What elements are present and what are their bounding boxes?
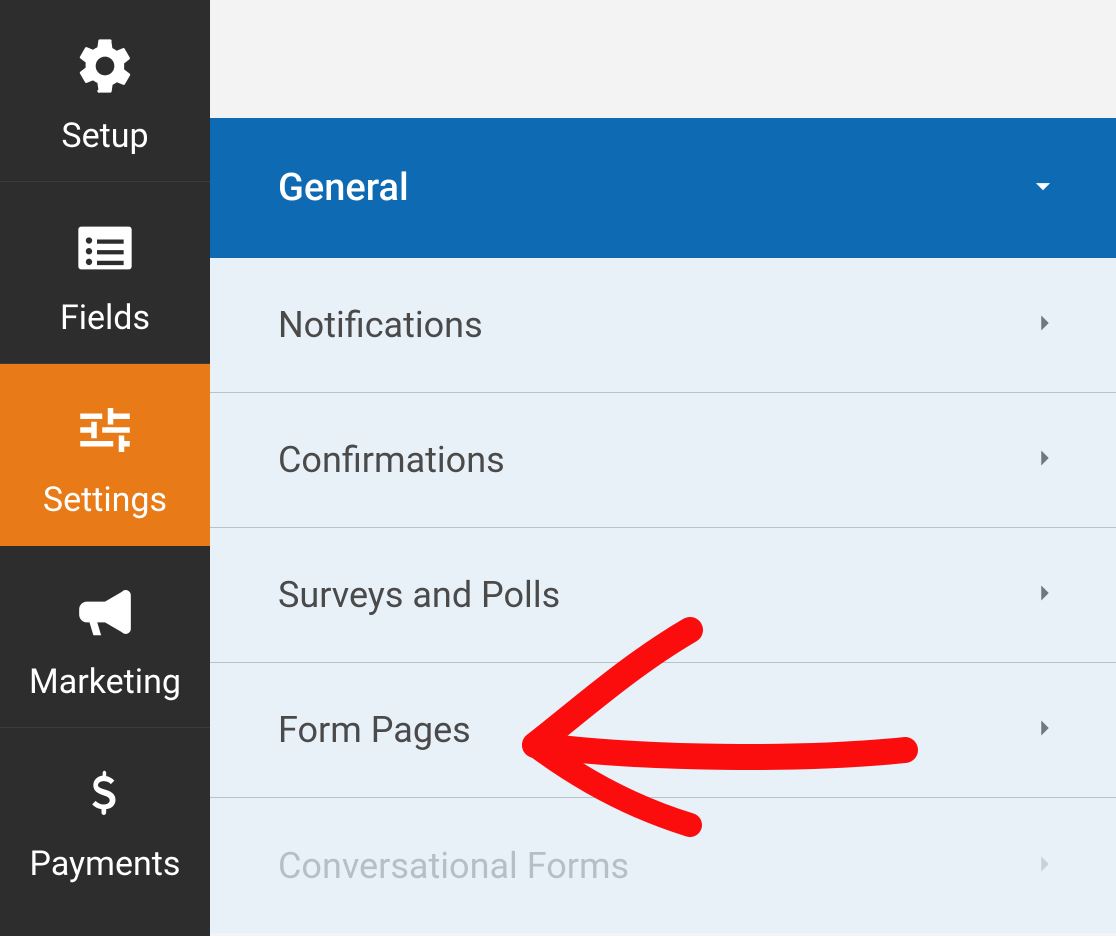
settings-row-conversational-forms[interactable]: Conversational Forms: [210, 798, 1116, 933]
sidebar: Setup Fields Settings Marketing Payments: [0, 0, 210, 936]
dollar-icon: [65, 754, 145, 834]
chevron-right-icon: [1030, 443, 1060, 477]
settings-row-notifications[interactable]: Notifications: [210, 258, 1116, 393]
settings-row-label: Surveys and Polls: [278, 574, 560, 616]
sidebar-item-payments[interactable]: Payments: [0, 728, 210, 910]
settings-row-label: Confirmations: [278, 439, 505, 481]
settings-row-form-pages[interactable]: Form Pages: [210, 663, 1116, 798]
sidebar-item-setup[interactable]: Setup: [0, 0, 210, 182]
gear-icon: [65, 26, 145, 106]
settings-row-label: Notifications: [278, 304, 483, 346]
sidebar-item-label: Payments: [30, 846, 181, 883]
chevron-down-icon: [1026, 169, 1060, 207]
sidebar-item-fields[interactable]: Fields: [0, 182, 210, 364]
settings-row-label: General: [278, 166, 409, 210]
chevron-right-icon: [1030, 713, 1060, 747]
sidebar-item-settings[interactable]: Settings: [0, 364, 210, 546]
sidebar-item-label: Settings: [43, 482, 167, 519]
settings-row-surveys-and-polls[interactable]: Surveys and Polls: [210, 528, 1116, 663]
chevron-right-icon: [1030, 308, 1060, 342]
main-content: General Notifications Confirmations Surv…: [210, 0, 1116, 936]
sidebar-item-marketing[interactable]: Marketing: [0, 546, 210, 728]
sidebar-item-label: Setup: [61, 118, 148, 155]
chevron-right-icon: [1030, 578, 1060, 612]
sidebar-item-label: Fields: [60, 300, 150, 337]
settings-row-label: Form Pages: [278, 709, 471, 751]
chevron-right-icon: [1030, 849, 1060, 883]
settings-row-label: Conversational Forms: [278, 845, 629, 887]
sidebar-item-label: Marketing: [29, 664, 181, 701]
settings-row-general[interactable]: General: [210, 118, 1116, 258]
top-spacer: [210, 0, 1116, 118]
sliders-icon: [65, 390, 145, 470]
bullhorn-icon: [65, 572, 145, 652]
settings-row-confirmations[interactable]: Confirmations: [210, 393, 1116, 528]
list-icon: [65, 208, 145, 288]
settings-panel: General Notifications Confirmations Surv…: [210, 118, 1116, 933]
